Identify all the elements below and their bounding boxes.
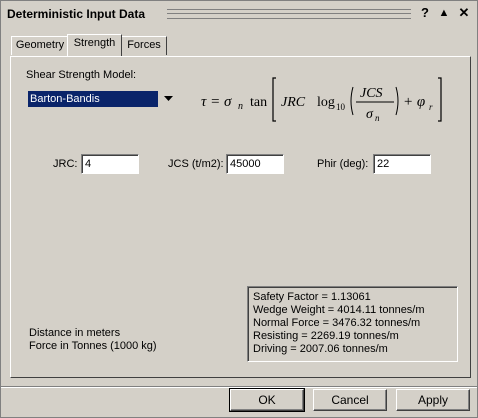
normal-force: Normal Force = 3476.32 tonnes/m <box>253 317 421 329</box>
jrc-label: JRC: <box>53 158 78 170</box>
phir-label: Phir (deg): <box>317 158 369 170</box>
phir-input[interactable] <box>373 154 431 174</box>
apply-button[interactable]: Apply <box>396 389 470 411</box>
safety-factor: Safety Factor = 1.13061 <box>253 291 371 303</box>
model-value: Barton-Bandis <box>28 91 158 107</box>
formula-lhs-sub: n <box>238 101 243 112</box>
barton-bandis-formula: τ = σ n tan JRC log 10 JCS σ n + φ r <box>201 77 442 123</box>
formula-tan: tan <box>250 95 267 110</box>
force-units: Force in Tonnes (1000 kg) <box>29 340 157 352</box>
wedge-weight: Wedge Weight = 4014.11 tonnes/m <box>253 304 425 316</box>
jcs-input[interactable] <box>226 154 284 174</box>
tab-forces[interactable]: Forces <box>121 36 167 55</box>
formula-plus-phi: + φ <box>403 94 425 110</box>
formula-denominator: σ <box>366 107 374 122</box>
title-grip <box>167 9 411 19</box>
ok-button[interactable]: OK <box>229 388 305 412</box>
title-bar[interactable]: Deterministic Input Data ? ▲ ✕ <box>1 1 477 27</box>
distance-units: Distance in meters <box>29 327 121 339</box>
jrc-input[interactable] <box>81 154 139 174</box>
resisting-force: Resisting = 2269.19 tonnes/m <box>253 330 399 342</box>
formula-den-sub: n <box>375 113 380 123</box>
formula-numerator: JCS <box>360 86 383 101</box>
formula-log: log <box>317 95 335 110</box>
chevron-down-icon[interactable] <box>161 91 176 107</box>
model-label: Shear Strength Model: <box>26 69 137 81</box>
tab-strength[interactable]: Strength <box>67 34 122 56</box>
minimize-button[interactable]: ▲ <box>436 5 452 21</box>
help-button[interactable]: ? <box>417 5 433 21</box>
driving-force: Driving = 2007.06 tonnes/m <box>253 343 388 355</box>
window-title: Deterministic Input Data <box>7 7 146 21</box>
model-dropdown[interactable]: Barton-Bandis <box>28 91 176 107</box>
close-button[interactable]: ✕ <box>456 5 472 21</box>
formula-phi-sub: r <box>429 102 433 112</box>
formula-lhs: τ = σ <box>201 94 232 110</box>
cancel-button[interactable]: Cancel <box>313 389 387 411</box>
dialog-window: Deterministic Input Data ? ▲ ✕ Geometry … <box>0 0 478 418</box>
results-box: Safety Factor = 1.13061 Wedge Weight = 4… <box>247 286 458 362</box>
strength-panel: Shear Strength Model: Barton-Bandis τ = … <box>10 56 471 378</box>
tab-geometry[interactable]: Geometry <box>11 36 69 55</box>
jcs-label: JCS (t/m2): <box>168 158 224 170</box>
formula-jrc: JRC <box>281 95 306 110</box>
button-separator <box>1 386 477 388</box>
formula-log-sub: 10 <box>336 102 346 112</box>
